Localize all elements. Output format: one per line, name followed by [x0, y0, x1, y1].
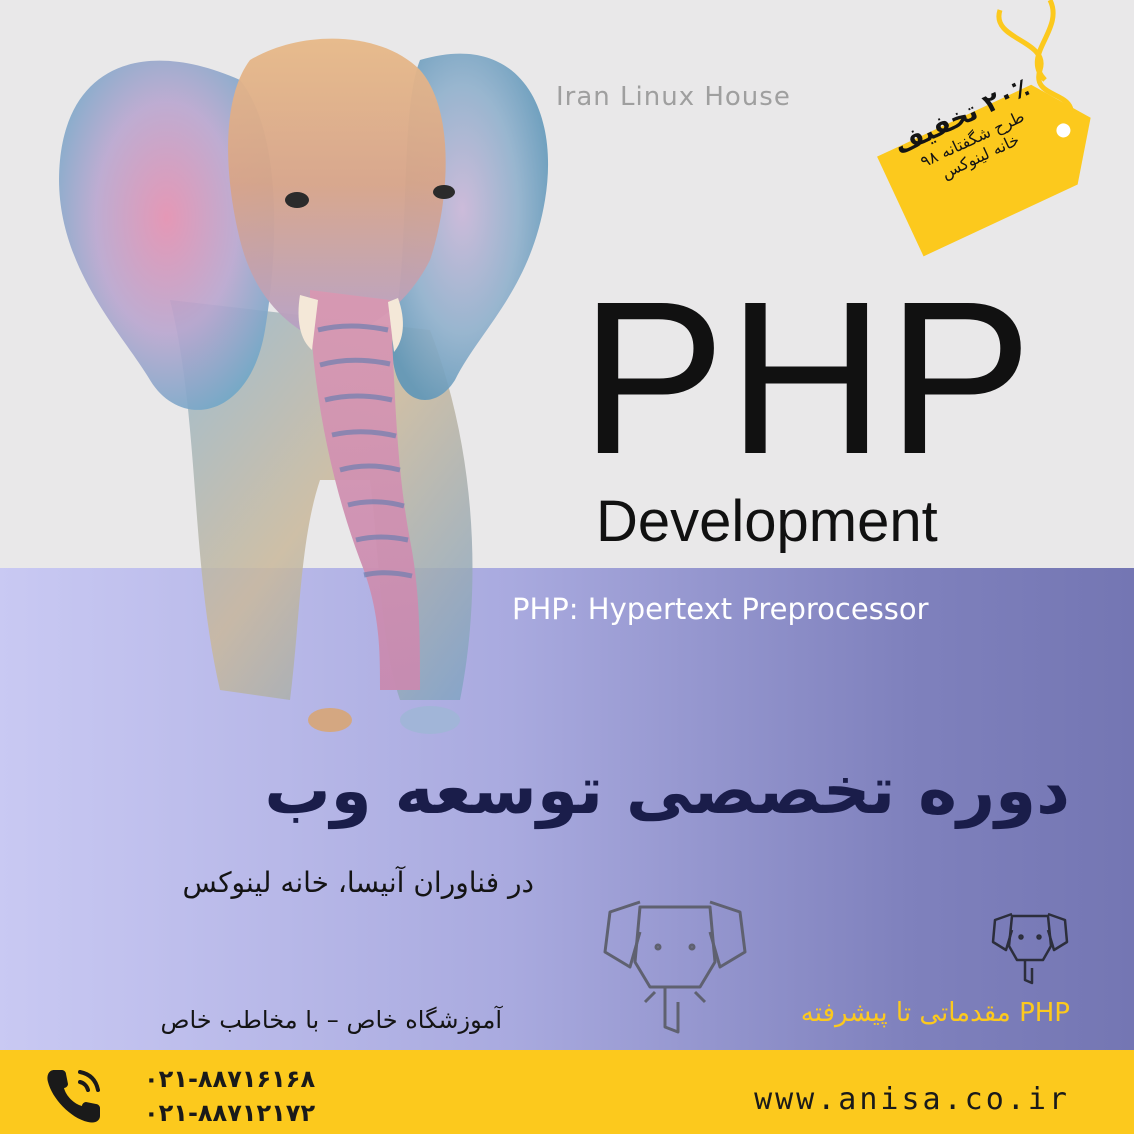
poster: Iran Linux House PHP Development PHP: Hy… — [0, 0, 1134, 1134]
php-heading: PHP — [580, 257, 1035, 500]
elephant-outline-icon — [991, 912, 1069, 985]
php-full-name: PHP: Hypertext Preprocessor — [512, 592, 929, 626]
website-link[interactable]: www.anisa.co.ir — [754, 1082, 1070, 1117]
development-subheading: Development — [596, 489, 938, 554]
watermark-text: Iran Linux House — [556, 82, 791, 112]
elephant-outline-icon — [603, 900, 747, 1034]
course-title: دوره تخصصی توسعه وب — [264, 752, 1070, 829]
phone-icon — [47, 1070, 100, 1123]
phone-numbers: ۰۲۱-۸۸۷۱۶۱۶۸ ۰۲۱-۸۸۷۱۲۱۷۲ — [144, 1062, 315, 1130]
phone-number[interactable]: ۰۲۱-۸۸۷۱۲۱۷۲ — [144, 1096, 315, 1130]
school-tagline: آموزشگاه خاص – با مخاطب خاص — [160, 1006, 502, 1034]
phone-number[interactable]: ۰۲۱-۸۸۷۱۶۱۶۸ — [144, 1062, 315, 1096]
course-level: PHP مقدماتی تا پیشرفته — [800, 998, 1070, 1028]
course-subtitle: در فناوران آنیسا، خانه لینوکس — [182, 866, 534, 899]
watercolor-elephant-illustration — [59, 38, 549, 734]
